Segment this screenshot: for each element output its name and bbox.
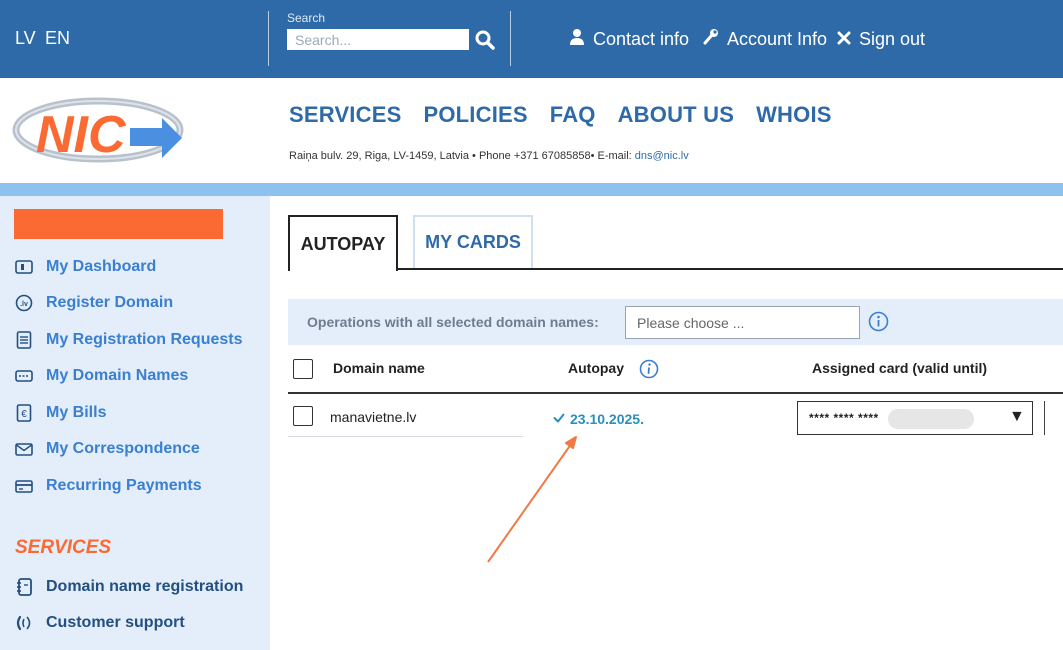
account-info-label: Account Info <box>727 28 828 49</box>
operations-select[interactable]: Please choose ... <box>625 306 860 339</box>
envelope-icon <box>14 439 34 459</box>
language-en-link[interactable]: EN <box>45 28 70 49</box>
autopay-date: 23.10.2025. <box>570 411 644 427</box>
divider <box>510 11 511 66</box>
column-header-domain: Domain name <box>333 360 425 376</box>
sidebar-item-dashboard[interactable]: My Dashboard <box>14 256 156 278</box>
sidebar-item-label: Domain name registration <box>46 578 244 595</box>
search-label: Search <box>287 11 326 25</box>
sidebar-item-bills[interactable]: € My Bills <box>14 402 106 424</box>
wrench-icon <box>703 28 719 51</box>
user-icon <box>569 28 585 51</box>
select-all-checkbox[interactable] <box>293 359 313 379</box>
bills-icon: € <box>14 403 34 423</box>
card-icon <box>14 476 34 496</box>
contact-info-link[interactable]: Contact info <box>569 28 689 50</box>
page: LV EN Search Contact info Account Info S… <box>0 0 1063 650</box>
table-header-divider <box>288 392 1063 394</box>
nav-about-us[interactable]: ABOUT US <box>618 102 735 128</box>
contact-info-label: Contact info <box>593 28 690 49</box>
sidebar-item-label: Customer support <box>46 614 185 631</box>
nav-whois[interactable]: WHOIS <box>756 102 832 128</box>
search-icon[interactable] <box>474 28 498 54</box>
sidebar-item-registration-requests[interactable]: My Registration Requests <box>14 329 242 351</box>
register-domain-icon: .lv <box>14 293 34 313</box>
header-band <box>0 183 1063 196</box>
sidebar-item-label: Recurring Payments <box>46 477 202 494</box>
card-mask: **** **** **** <box>809 411 879 425</box>
row-checkbox[interactable] <box>293 406 313 426</box>
sidebar-item-label: My Domain Names <box>46 367 189 384</box>
redacted-card-digits <box>888 409 974 429</box>
sign-out-label: Sign out <box>859 28 926 49</box>
row-edge <box>1044 401 1046 435</box>
sidebar-item-label: My Correspondence <box>46 440 200 457</box>
sidebar-item-label: My Bills <box>46 404 107 421</box>
support-icon <box>14 613 34 633</box>
sidebar-item-label: My Dashboard <box>46 258 157 275</box>
dropdown-arrow-icon: ▼ <box>1009 408 1025 425</box>
info-icon[interactable] <box>868 311 889 332</box>
divider <box>268 11 269 66</box>
svg-text:.lv: .lv <box>20 301 28 308</box>
nav-policies[interactable]: POLICIES <box>423 102 527 128</box>
domain-name-cell: manavietne.lv <box>330 409 417 425</box>
top-bar: LV EN Search Contact info Account Info S… <box>0 0 1063 78</box>
address-text: Raiņa bulv. 29, Riga, LV-1459, Latvia • … <box>289 150 635 162</box>
close-icon <box>837 29 851 50</box>
sidebar-item-customer-support[interactable]: Customer support <box>14 612 185 634</box>
user-banner <box>14 209 223 239</box>
account-info-link[interactable]: Account Info <box>703 28 827 50</box>
main-nav: SERVICES POLICIES FAQ ABOUT US WHOIS <box>289 102 832 128</box>
domain-names-icon <box>14 366 34 386</box>
sidebar-item-correspondence[interactable]: My Correspondence <box>14 438 200 460</box>
sidebar-item-domain-registration[interactable]: Domain name registration <box>14 576 243 598</box>
tab-underline <box>398 268 1063 270</box>
sidebar: My Dashboard .lv Register Domain My Regi… <box>0 196 270 650</box>
tab-my-cards[interactable]: MY CARDS <box>413 215 533 268</box>
search-input[interactable] <box>287 29 469 50</box>
assigned-card-select[interactable]: **** **** **** ▼ <box>797 401 1033 435</box>
column-header-card: Assigned card (valid until) <box>812 360 988 376</box>
dashboard-icon <box>14 257 34 277</box>
operations-bar: Operations with all selected domain name… <box>288 299 1063 345</box>
operations-label: Operations with all selected domain name… <box>307 314 599 330</box>
nav-services[interactable]: SERVICES <box>289 102 401 128</box>
sidebar-item-domain-names[interactable]: My Domain Names <box>14 365 188 387</box>
nic-logo[interactable]: NIC <box>12 94 184 166</box>
sidebar-item-label: Register Domain <box>46 294 174 311</box>
email-link[interactable]: dns@nic.lv <box>635 150 689 162</box>
autopay-cell[interactable]: 23.10.2025. <box>553 410 644 428</box>
notebook-icon <box>14 577 34 597</box>
sidebar-item-register-domain[interactable]: .lv Register Domain <box>14 292 173 314</box>
svg-text:€: € <box>21 409 27 420</box>
column-header-autopay: Autopay <box>568 360 624 376</box>
sidebar-services-heading: SERVICES <box>15 537 112 558</box>
autopay-info-icon[interactable] <box>639 359 659 384</box>
logo-text: NIC <box>36 106 127 164</box>
nav-faq[interactable]: FAQ <box>550 102 596 128</box>
checkmark-icon <box>553 410 565 428</box>
language-lv-link[interactable]: LV <box>15 28 36 49</box>
requests-icon <box>14 330 34 350</box>
sidebar-item-label: My Registration Requests <box>46 331 243 348</box>
sign-out-link[interactable]: Sign out <box>837 28 925 50</box>
sidebar-item-recurring-payments[interactable]: Recurring Payments <box>14 475 202 497</box>
address-line: Raiņa bulv. 29, Riga, LV-1459, Latvia • … <box>289 150 689 162</box>
tab-autopay[interactable]: AUTOPAY <box>288 215 398 271</box>
annotation-arrow-icon <box>487 436 577 563</box>
